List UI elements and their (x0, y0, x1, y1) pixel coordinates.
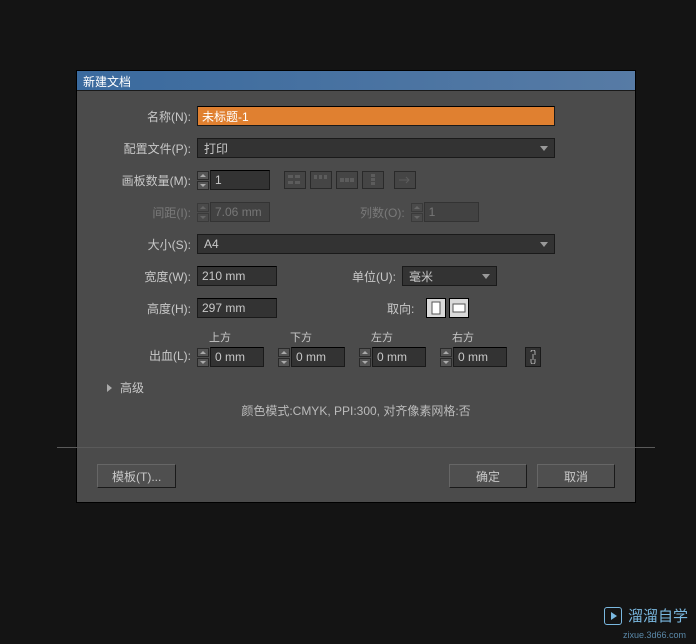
watermark-text: 溜溜自学 (628, 605, 688, 626)
units-value: 毫米 (409, 268, 433, 285)
artboards-input[interactable] (210, 170, 270, 190)
dialog-title: 新建文档 (83, 75, 131, 89)
columns-spinner (411, 203, 423, 222)
artboards-label: 画板数量(M): (97, 172, 197, 189)
spinner-up-icon[interactable] (197, 348, 209, 357)
bleed-right-spinner[interactable] (440, 348, 452, 367)
spacing-label: 间距(I): (102, 204, 197, 221)
bleed-left-spinner[interactable] (359, 348, 371, 367)
bleed-label: 出血(L): (97, 347, 197, 367)
dialog-content: 名称(N): 配置文件(P): 打印 画板数量(M): (77, 91, 635, 441)
spinner-up-icon (411, 203, 423, 212)
artboards-spinner[interactable] (197, 171, 209, 190)
bleed-right-label: 右方 (440, 329, 507, 345)
advanced-toggle[interactable]: 高级 (107, 379, 615, 396)
advanced-label: 高级 (120, 379, 144, 396)
spinner-up-icon[interactable] (197, 171, 209, 180)
watermark-url: zixue.3d66.com (623, 630, 686, 640)
link-bleed-icon[interactable] (525, 347, 541, 367)
disclosure-right-icon (107, 384, 112, 392)
arrange-row-icon[interactable] (336, 171, 358, 189)
bleed-right-input[interactable] (453, 347, 507, 367)
bleed-top-input[interactable] (210, 347, 264, 367)
profile-select[interactable]: 打印 (197, 138, 555, 158)
templates-button[interactable]: 模板(T)... (97, 464, 176, 488)
spacing-input (210, 202, 270, 222)
chevron-down-icon (540, 146, 548, 151)
spinner-down-icon (197, 213, 209, 222)
cancel-button[interactable]: 取消 (537, 464, 615, 488)
units-label: 单位(U): (352, 268, 402, 285)
size-select[interactable]: A4 (197, 234, 555, 254)
height-input[interactable] (197, 298, 277, 318)
dialog-titlebar[interactable]: 新建文档 (77, 71, 635, 91)
arrange-direction (394, 171, 416, 189)
profile-value: 打印 (204, 140, 228, 157)
chevron-down-icon (482, 274, 490, 279)
size-label: 大小(S): (97, 236, 197, 253)
bleed-top-spinner[interactable] (197, 348, 209, 367)
play-icon (604, 607, 622, 625)
divider (57, 447, 655, 448)
bleed-bottom-label: 下方 (278, 329, 345, 345)
watermark: 溜溜自学 (604, 605, 688, 626)
profile-label: 配置文件(P): (97, 140, 197, 157)
spinner-up-icon[interactable] (278, 348, 290, 357)
new-document-dialog: 新建文档 名称(N): 配置文件(P): 打印 画板数量(M): (76, 70, 636, 503)
spinner-up-icon[interactable] (440, 348, 452, 357)
portrait-icon[interactable] (426, 298, 446, 318)
orientation-group (426, 298, 469, 318)
arrange-grid-col-icon[interactable] (310, 171, 332, 189)
units-select[interactable]: 毫米 (402, 266, 497, 286)
bleed-bottom-input[interactable] (291, 347, 345, 367)
name-label: 名称(N): (97, 108, 197, 125)
spinner-up-icon[interactable] (359, 348, 371, 357)
landscape-icon[interactable] (449, 298, 469, 318)
name-input[interactable] (197, 106, 555, 126)
spacing-spinner (197, 203, 209, 222)
spinner-down-icon[interactable] (440, 358, 452, 367)
width-label: 宽度(W): (97, 268, 197, 285)
bleed-left-label: 左方 (359, 329, 426, 345)
orientation-label: 取向: (387, 300, 420, 317)
size-value: A4 (204, 237, 219, 251)
spinner-down-icon[interactable] (278, 358, 290, 367)
mode-info: 颜色模式:CMYK, PPI:300, 对齐像素网格:否 (97, 402, 615, 419)
spinner-down-icon[interactable] (359, 358, 371, 367)
columns-input (424, 202, 479, 222)
spinner-down-icon[interactable] (197, 358, 209, 367)
arrange-grid-row-icon[interactable] (284, 171, 306, 189)
arrange-col-icon[interactable] (362, 171, 384, 189)
spinner-down-icon[interactable] (197, 181, 209, 190)
bleed-top-label: 上方 (197, 329, 264, 345)
columns-label: 列数(O): (360, 204, 411, 221)
spinner-up-icon (197, 203, 209, 212)
arrange-buttons (284, 171, 384, 189)
spinner-down-icon (411, 213, 423, 222)
width-input[interactable] (197, 266, 277, 286)
bleed-group: 上方 下方 左方 (197, 329, 541, 367)
ok-button[interactable]: 确定 (449, 464, 527, 488)
chevron-down-icon (540, 242, 548, 247)
height-label: 高度(H): (97, 300, 197, 317)
bleed-bottom-spinner[interactable] (278, 348, 290, 367)
arrange-ltr-icon[interactable] (394, 171, 416, 189)
bleed-left-input[interactable] (372, 347, 426, 367)
dialog-buttons: 模板(T)... 确定 取消 (77, 454, 635, 502)
